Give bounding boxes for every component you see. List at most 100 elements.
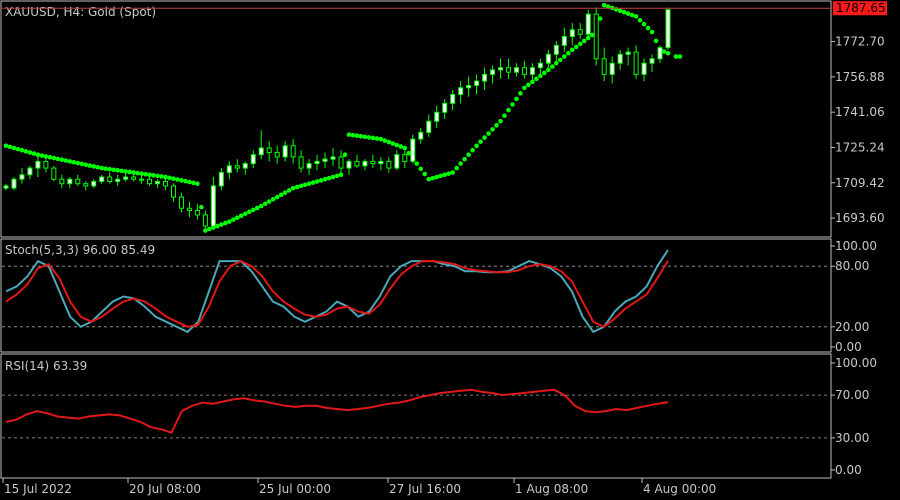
candle-body-bull [513, 67, 519, 73]
sar-dot [99, 165, 105, 171]
sar-dot [518, 91, 523, 96]
candle-body-bull [426, 120, 432, 133]
sar-dot [645, 25, 651, 31]
candle-body-bull [314, 160, 320, 165]
sar-dot [494, 123, 499, 128]
sar-dot [235, 215, 240, 221]
rsi-tick-label: 0.00 [835, 463, 862, 477]
sar-dot [442, 172, 447, 178]
sar-dot [19, 147, 25, 153]
candle-body-bear [298, 156, 304, 169]
sar-dot [199, 204, 204, 210]
sar-dot [326, 175, 332, 181]
candle-body-bear [43, 160, 49, 169]
sar-dot [207, 226, 212, 232]
sar-dot [242, 211, 248, 217]
sar-dot [398, 144, 404, 149]
candle [11, 177, 17, 191]
candle-body-bull [306, 163, 312, 169]
sar-dot [270, 197, 276, 202]
candle-body-bull [19, 174, 25, 180]
sar-dot [278, 192, 284, 198]
sar-dot [79, 161, 85, 167]
sar-dot [71, 159, 77, 165]
candle-body-bull [3, 185, 9, 189]
sar-dot [617, 8, 623, 14]
candle-body-bear [170, 185, 176, 198]
chart-title: XAUUSD, H4: Gold (Spot) [5, 5, 156, 19]
sar-dot [434, 174, 439, 180]
candle-body-bull [617, 53, 623, 64]
sar-dot [346, 132, 352, 137]
candle-body-bull [27, 167, 33, 176]
sar-dot [522, 85, 527, 91]
sar-dot [103, 166, 108, 171]
sar-dot [119, 168, 124, 174]
sar-dot [625, 11, 631, 16]
sar-dot [510, 102, 515, 107]
sar-dot [422, 171, 428, 177]
sar-dot [498, 118, 503, 124]
sar-dot [59, 157, 65, 163]
sar-dot [183, 178, 188, 184]
candle-body-bear [234, 165, 240, 169]
time-tick-label: 1 Aug 08:00 [515, 482, 588, 496]
sar-dot [677, 54, 683, 59]
sar-dot [390, 141, 396, 146]
candle-body-bull [665, 9, 671, 49]
sar-dot [227, 219, 232, 224]
candle-body-bull [450, 93, 456, 104]
current-price-tag: 1787.65 [833, 1, 887, 15]
stoch-title: Stoch(5,3,3) 96.00 85.49 [5, 243, 155, 257]
sar-dot [47, 154, 53, 160]
price-tick-label: 1709.42 [835, 176, 885, 190]
sar-dot [653, 38, 659, 44]
stoch-tick-label: 0.00 [835, 340, 862, 354]
sar-dot [314, 179, 320, 184]
candle-body-bull [67, 178, 73, 185]
time-tick-label: 4 Aug 00:00 [643, 482, 716, 496]
sar-dot [470, 147, 475, 153]
sar-dot [175, 177, 180, 182]
sar-dot [75, 160, 81, 166]
sar-dot [581, 38, 587, 44]
candle-body-bear [163, 180, 169, 187]
sar-dot [282, 190, 288, 195]
sar-dot [430, 175, 436, 181]
sar-dot [159, 174, 164, 179]
candle [585, 9, 591, 37]
sar-dot [366, 135, 372, 140]
candle-body-bull [218, 172, 224, 187]
candle-body-bear [354, 160, 360, 167]
candle-body-bull [155, 180, 161, 185]
sar-dot [665, 50, 671, 56]
rsi-title: RSI(14) 63.39 [5, 359, 87, 373]
sar-dot [338, 172, 344, 178]
time-tick-label: 27 Jul 16:00 [389, 482, 461, 496]
sar-dot [7, 144, 13, 150]
candle-body-bear [51, 167, 57, 180]
candle-body-bull [35, 160, 41, 169]
sar-dot [450, 170, 455, 175]
candle-body-bull [490, 69, 496, 75]
candle-body-bull [362, 160, 368, 167]
sar-dot [274, 194, 280, 200]
sar-dot [490, 127, 495, 132]
sar-dot [342, 152, 348, 157]
candle-body-bull [226, 165, 232, 174]
sar-dot [534, 76, 539, 82]
candle-body-bull [482, 73, 488, 82]
candle-body-bear [386, 160, 392, 169]
sar-dot [414, 161, 420, 166]
sar-dot [462, 156, 467, 162]
sar-dot [426, 176, 432, 182]
stoch-tick-label: 20.00 [835, 320, 869, 334]
sar-dot [502, 113, 507, 118]
candle-body-bull [282, 145, 288, 158]
sar-dot [23, 149, 29, 154]
sar-dot [629, 12, 635, 18]
candle-body-bear [107, 176, 113, 182]
sar-dot [330, 174, 336, 180]
candle-body-bear [83, 183, 89, 187]
candle-body-bull [258, 147, 264, 156]
